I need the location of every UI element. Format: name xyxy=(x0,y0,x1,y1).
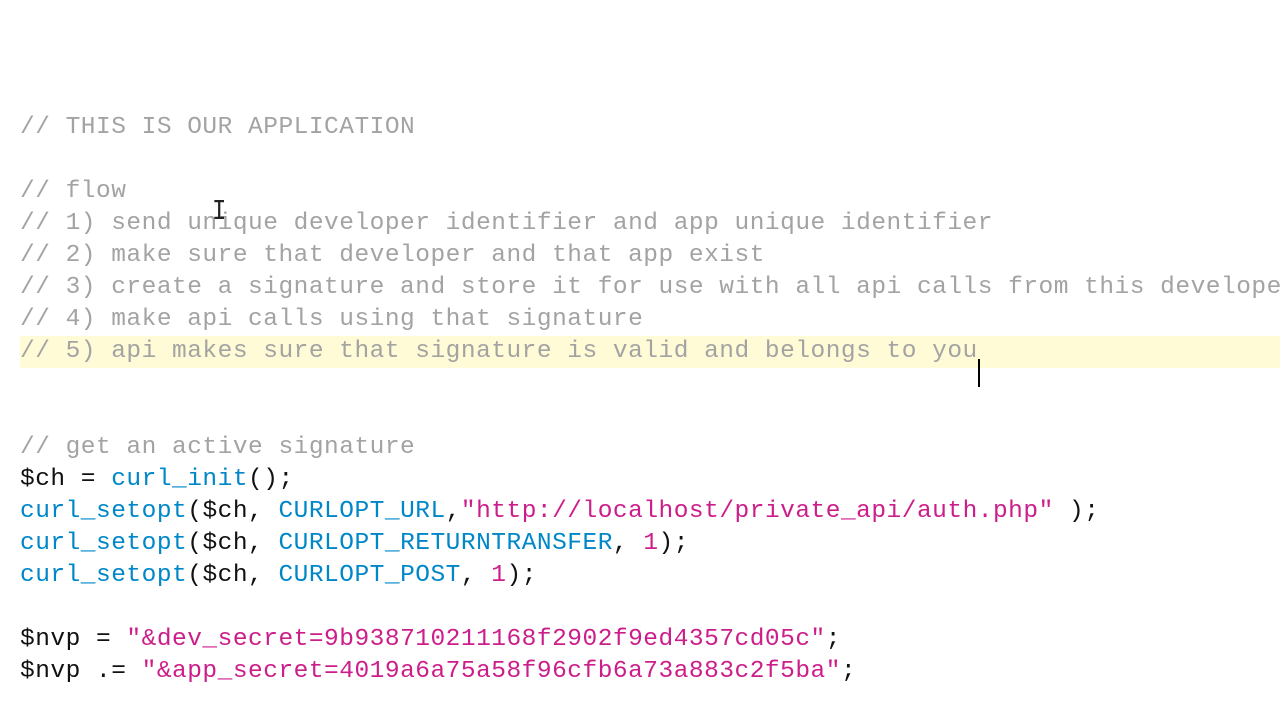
code-token: , xyxy=(248,562,278,589)
code-token: // 3) create a signature and store it fo… xyxy=(20,274,1280,301)
code-token: 1 xyxy=(643,530,658,557)
code-line[interactable]: // get an active signature xyxy=(20,432,1280,464)
code-token: = xyxy=(66,466,112,493)
code-token: ( xyxy=(187,562,202,589)
code-token: $ch xyxy=(202,530,248,557)
code-token: CURLOPT_POST xyxy=(278,562,460,589)
code-token: curl_setopt xyxy=(20,530,187,557)
code-token: curl_setopt xyxy=(20,498,187,525)
code-token: "&dev_secret=9b938710211168f2902f9ed4357… xyxy=(126,626,825,653)
code-token xyxy=(20,146,35,173)
code-token: .= xyxy=(81,658,142,685)
code-token: = xyxy=(81,626,127,653)
code-token: ( xyxy=(187,498,202,525)
code-token: , xyxy=(248,498,278,525)
code-token: // flow xyxy=(20,178,126,205)
code-token: "http://localhost/private_api/auth.php" xyxy=(461,498,1054,525)
code-token: $ch xyxy=(202,562,248,589)
code-line[interactable] xyxy=(20,688,1280,720)
code-line[interactable]: curl_setopt($ch, CURLOPT_URL,"http://loc… xyxy=(20,496,1280,528)
code-line[interactable] xyxy=(20,400,1280,432)
code-token: ; xyxy=(841,658,856,685)
code-token: // 5) api makes sure that signature is v… xyxy=(20,338,978,365)
code-token: curl_init xyxy=(111,466,248,493)
code-token: , xyxy=(613,530,643,557)
code-line[interactable]: // 2) make sure that developer and that … xyxy=(20,240,1280,272)
code-line[interactable]: $nvp .= "&app_secret=4019a6a75a58f96cfb6… xyxy=(20,656,1280,688)
code-line[interactable] xyxy=(20,592,1280,624)
code-token: ); xyxy=(1054,498,1100,525)
code-line[interactable]: $nvp = "&dev_secret=9b938710211168f2902f… xyxy=(20,624,1280,656)
code-token: ); xyxy=(507,562,537,589)
code-token: // get an active signature xyxy=(20,434,415,461)
code-line[interactable] xyxy=(20,144,1280,176)
code-token: // THIS IS OUR APPLICATION xyxy=(20,114,415,141)
code-token: $nvp xyxy=(20,626,81,653)
code-token: ( xyxy=(187,530,202,557)
code-line[interactable]: // flow xyxy=(20,176,1280,208)
code-token: CURLOPT_RETURNTRANSFER xyxy=(278,530,612,557)
code-token: "&app_secret=4019a6a75a58f96cfb6a73a883c… xyxy=(142,658,841,685)
code-token: // 2) make sure that developer and that … xyxy=(20,242,765,269)
code-token: , xyxy=(461,562,491,589)
code-line[interactable]: // THIS IS OUR APPLICATION xyxy=(20,112,1280,144)
code-token: , xyxy=(446,498,461,525)
code-token xyxy=(20,690,35,717)
code-line[interactable] xyxy=(20,368,1280,400)
code-line[interactable]: curl_setopt($ch, CURLOPT_POST, 1); xyxy=(20,560,1280,592)
code-line[interactable]: curl_setopt($ch, CURLOPT_RETURNTRANSFER,… xyxy=(20,528,1280,560)
code-token: ); xyxy=(659,530,689,557)
code-token: $ch xyxy=(20,466,66,493)
code-token xyxy=(20,594,35,621)
code-token: ; xyxy=(826,626,841,653)
code-token: 1 xyxy=(491,562,506,589)
code-token: (); xyxy=(248,466,294,493)
code-token xyxy=(20,370,35,397)
code-line[interactable]: // 1) send unique developer identifier a… xyxy=(20,208,1280,240)
code-token xyxy=(20,402,35,429)
code-line[interactable]: // 4) make api calls using that signatur… xyxy=(20,304,1280,336)
code-token: curl_setopt xyxy=(20,562,187,589)
code-line[interactable]: // 5) api makes sure that signature is v… xyxy=(20,336,1280,368)
code-line[interactable]: $ch = curl_init(); xyxy=(20,464,1280,496)
code-token: $nvp xyxy=(20,658,81,685)
code-token: , xyxy=(248,530,278,557)
code-line[interactable]: // 3) create a signature and store it fo… xyxy=(20,272,1280,304)
code-token: // 1) send unique developer identifier a… xyxy=(20,210,993,237)
code-token: $ch xyxy=(202,498,248,525)
code-token: // 4) make api calls using that signatur… xyxy=(20,306,643,333)
code-token: CURLOPT_URL xyxy=(278,498,445,525)
code-editor[interactable]: I // THIS IS OUR APPLICATION // flow// 1… xyxy=(0,0,1280,720)
